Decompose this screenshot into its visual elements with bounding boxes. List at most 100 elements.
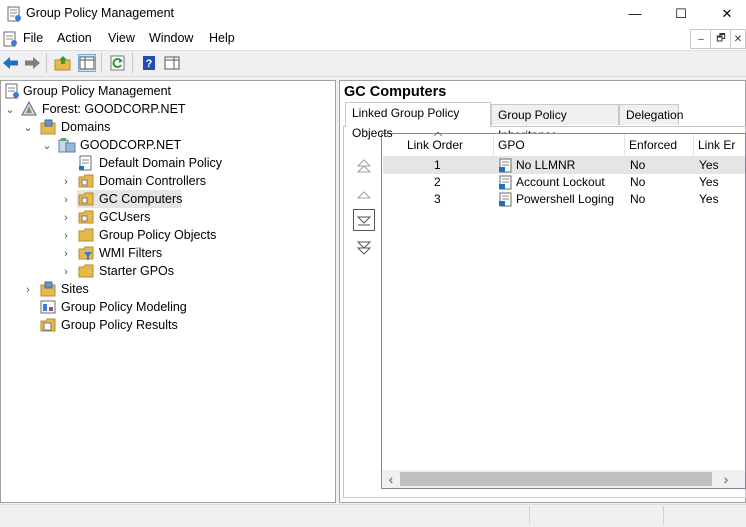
refresh-icon — [110, 55, 125, 71]
tree-item-default-domain-policy[interactable]: Default Domain Policy — [99, 154, 222, 172]
minimize-button[interactable]: — — [612, 0, 658, 27]
chevron-down-icon[interactable]: ⌄ — [5, 104, 15, 116]
column-link-order[interactable]: Link Order — [382, 134, 494, 156]
sites-folder-icon — [40, 281, 56, 297]
menu-action[interactable]: Action — [57, 31, 92, 45]
tree-item-starter-gpos[interactable]: Starter GPOs — [99, 262, 174, 280]
title-bar: Group Policy Management — ☐ ✕ — [0, 0, 746, 27]
tree-root-group-policy-management[interactable]: Group Policy Management — [23, 82, 171, 100]
menu-file[interactable]: File — [23, 31, 43, 45]
chevron-right-icon[interactable]: › — [61, 212, 71, 224]
domains-folder-icon — [40, 119, 56, 135]
page-title: GC Computers — [344, 84, 447, 100]
document-icon[interactable] — [2, 31, 18, 47]
folder-icon — [78, 264, 94, 278]
chevron-down-icon[interactable]: ⌄ — [23, 122, 33, 134]
tree-item-group-policy-objects[interactable]: Group Policy Objects — [99, 226, 216, 244]
tree-domain-goodcorp[interactable]: GOODCORP.NET — [80, 136, 181, 154]
tab-inheritance[interactable]: Group Policy Inheritance — [491, 104, 619, 142]
mdi-minimize-icon: – — [698, 33, 704, 45]
scrollbar-thumb[interactable] — [400, 472, 712, 486]
enforced-cell: No — [630, 158, 646, 172]
show-action-pane-button[interactable] — [163, 54, 181, 72]
help-book-icon: ? — [143, 56, 155, 70]
refresh-button[interactable] — [109, 54, 127, 72]
link-order-cell: 1 — [434, 158, 441, 172]
results-folder-icon — [40, 318, 56, 332]
tree-group-policy-results[interactable]: Group Policy Results — [61, 316, 178, 334]
chevron-right-icon[interactable]: › — [61, 194, 71, 206]
forward-button[interactable] — [23, 54, 41, 72]
link-enabled-cell: Yes — [699, 192, 719, 206]
maximize-button[interactable]: ☐ — [658, 0, 704, 27]
chevron-right-icon[interactable]: › — [61, 176, 71, 188]
toolbar-separator — [101, 53, 102, 73]
tree-item-gc-computers[interactable]: GC Computers — [99, 190, 182, 208]
move-down-button[interactable] — [353, 209, 375, 231]
chevron-right-icon[interactable]: › — [23, 284, 33, 296]
chevron-right-icon[interactable]: › — [61, 266, 71, 278]
show-hide-console-tree-button[interactable] — [78, 54, 96, 72]
link-order-cell: 3 — [434, 192, 441, 206]
link-order-cell: 2 — [434, 175, 441, 189]
gpo-name-cell: No LLMNR — [516, 158, 576, 172]
gpmc-app-icon — [7, 6, 21, 22]
menu-view[interactable]: View — [108, 31, 135, 45]
chevron-down-icon[interactable]: ⌄ — [42, 140, 52, 152]
tree-domains[interactable]: Domains — [61, 118, 110, 136]
ou-folder-icon — [78, 210, 94, 224]
toolbar-separator — [132, 53, 133, 73]
move-up-button[interactable] — [353, 183, 375, 205]
scroll-right-icon[interactable]: › — [719, 471, 733, 487]
gpo-link-icon — [79, 155, 92, 171]
chevron-right-icon[interactable]: › — [61, 248, 71, 260]
window-title: Group Policy Management — [26, 6, 174, 20]
close-button[interactable]: ✕ — [704, 0, 746, 27]
mdi-close-button[interactable]: ✕ — [730, 29, 746, 49]
enforced-cell: No — [630, 175, 646, 189]
up-folder-button[interactable] — [54, 54, 72, 72]
console-tree-icon — [79, 56, 95, 70]
gpo-link-icon — [499, 175, 512, 190]
gpmc-root-icon — [5, 83, 19, 99]
ou-folder-icon — [78, 192, 94, 206]
column-link-enabled[interactable]: Link Er — [694, 134, 745, 156]
mdi-restore-button[interactable]: 🗗 — [710, 29, 732, 49]
tree-forest[interactable]: Forest: GOODCORP.NET — [42, 100, 186, 118]
chevron-right-icon[interactable]: › — [61, 230, 71, 242]
move-to-top-button[interactable] — [353, 155, 375, 177]
svg-text:?: ? — [146, 58, 153, 70]
enforced-cell: No — [630, 192, 646, 206]
status-separator — [663, 506, 664, 524]
tab-linked-gpos[interactable]: Linked Group Policy Objects — [345, 102, 491, 140]
status-bar — [0, 504, 746, 527]
tree-sites[interactable]: Sites — [61, 280, 89, 298]
back-button[interactable] — [2, 54, 20, 72]
gpo-link-icon — [499, 158, 512, 173]
scroll-left-icon[interactable]: ‹ — [384, 471, 398, 487]
tree-group-policy-modeling[interactable]: Group Policy Modeling — [61, 298, 187, 316]
help-button[interactable]: ? — [140, 54, 158, 72]
mdi-minimize-button[interactable]: – — [690, 29, 712, 49]
tree-item-wmi-filters[interactable]: WMI Filters — [99, 244, 162, 262]
status-separator — [529, 506, 530, 524]
domain-icon — [58, 138, 76, 153]
ou-folder-icon — [78, 174, 94, 188]
maximize-icon: ☐ — [675, 5, 687, 21]
tree-item-domain-controllers[interactable]: Domain Controllers — [99, 172, 206, 190]
link-enabled-cell: Yes — [699, 158, 719, 172]
column-gpo[interactable]: GPO — [494, 134, 625, 156]
column-enforced[interactable]: Enforced — [625, 134, 694, 156]
sort-ascending-icon — [434, 132, 442, 137]
gpo-name-cell: Powershell Loging — [516, 192, 615, 206]
mdi-restore-icon: 🗗 — [716, 32, 726, 44]
up-folder-icon — [54, 56, 71, 71]
menu-window[interactable]: Window — [149, 31, 193, 45]
move-top-icon — [356, 159, 372, 173]
tree-item-gcusers[interactable]: GCUsers — [99, 208, 150, 226]
menu-help[interactable]: Help — [209, 31, 235, 45]
tab-delegation[interactable]: Delegation — [619, 104, 683, 125]
minimize-icon: — — [628, 6, 642, 21]
move-to-bottom-button[interactable] — [353, 237, 375, 259]
forest-icon — [21, 101, 37, 116]
